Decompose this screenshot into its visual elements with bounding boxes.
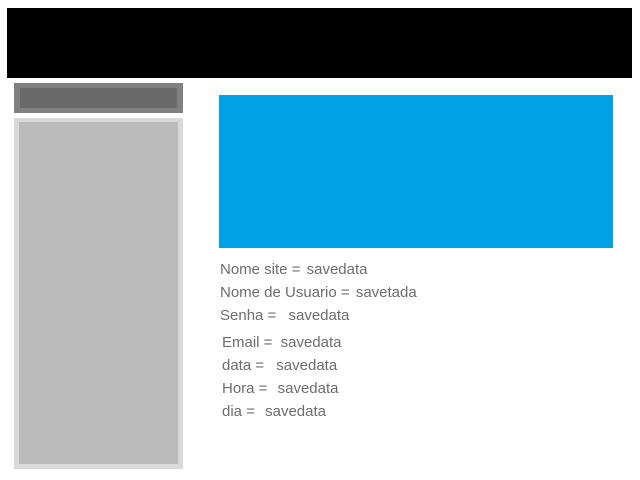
field-value: savedata (306, 261, 368, 278)
field-label: Nome site = (220, 261, 301, 278)
field-value: savedata (277, 380, 339, 397)
field-label: dia = (222, 403, 255, 420)
sidebar-header (14, 83, 183, 113)
field-value: savedata (276, 357, 338, 374)
field-dia: dia = savedata (222, 403, 326, 421)
field-label: Senha = (220, 307, 277, 324)
field-value: savetada (355, 284, 417, 301)
banner (219, 95, 613, 248)
field-value: savedata (265, 403, 327, 420)
field-value: savedata (280, 334, 342, 351)
field-label: data = (222, 357, 265, 374)
field-label: Email = (222, 334, 273, 351)
field-senha: Senha = savedata (220, 307, 349, 325)
field-label: Hora = (222, 380, 268, 397)
field-value: savedata (288, 307, 350, 324)
field-data: data = savedata (222, 357, 337, 375)
sidebar-header-field[interactable] (20, 88, 177, 108)
sidebar-content (19, 122, 178, 464)
field-label: Nome de Usuario = (220, 284, 350, 301)
field-nome-site: Nome site = savedata (220, 261, 368, 279)
field-email: Email = savedata (222, 334, 342, 352)
field-hora: Hora = savedata (222, 380, 339, 398)
sidebar-panel (14, 118, 183, 469)
field-nome-usuario: Nome de Usuario = savetada (220, 284, 417, 302)
header-bar (7, 8, 632, 78)
page: Nome site = savedata Nome de Usuario = s… (0, 0, 640, 480)
